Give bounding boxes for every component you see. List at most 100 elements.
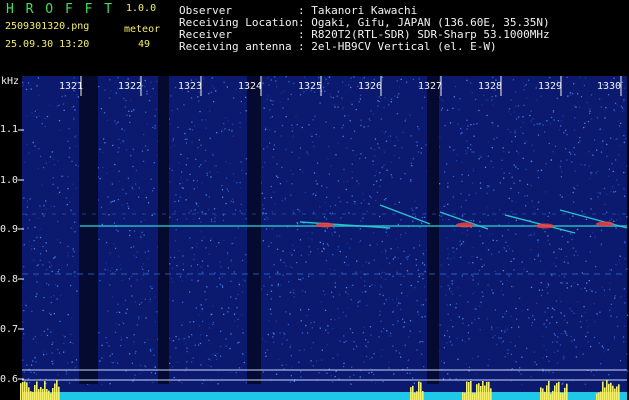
- noise-dot: [415, 264, 418, 266]
- noise-dot: [40, 334, 42, 336]
- noise-dot: [481, 266, 483, 268]
- noise-dot: [112, 144, 114, 147]
- noise-dot: [448, 336, 451, 338]
- noise-dot: [575, 346, 577, 348]
- noise-dot: [584, 126, 586, 128]
- noise-dot: [191, 334, 193, 336]
- noise-dot: [197, 264, 199, 266]
- noise-dot: [362, 217, 364, 219]
- noise-dot: [317, 372, 320, 374]
- noise-dot: [56, 285, 59, 287]
- noise-dot: [273, 191, 275, 193]
- noise-dot: [558, 275, 560, 277]
- noise-dot: [441, 107, 444, 109]
- noise-dot: [168, 362, 171, 365]
- noise-dot: [200, 304, 202, 306]
- noise-dot: [369, 326, 372, 328]
- noise-dot: [461, 232, 463, 235]
- noise-dot: [404, 344, 406, 346]
- noise-dot: [105, 337, 107, 339]
- noise-dot: [417, 313, 420, 315]
- level-spike: [46, 389, 48, 400]
- noise-dot: [111, 183, 113, 185]
- noise-dot: [361, 291, 363, 293]
- noise-dot: [345, 256, 347, 258]
- noise-dot: [54, 256, 56, 258]
- noise-dot: [176, 219, 178, 221]
- noise-dot: [440, 98, 443, 101]
- noise-dot: [492, 104, 494, 106]
- noise-dot: [425, 144, 427, 146]
- noise-dot: [48, 261, 51, 263]
- noise-dot: [528, 234, 530, 237]
- noise-dot: [298, 157, 300, 159]
- noise-dot: [558, 248, 560, 250]
- noise-dot: [287, 323, 290, 326]
- noise-dot: [470, 148, 472, 151]
- noise-dot: [26, 200, 28, 202]
- noise-dot: [42, 166, 45, 169]
- noise-dot: [147, 270, 150, 272]
- noise-dot: [371, 371, 373, 373]
- noise-dot: [622, 101, 624, 103]
- noise-dot: [49, 266, 51, 268]
- noise-dot: [621, 81, 624, 83]
- noise-dot: [215, 90, 217, 92]
- noise-dot: [121, 204, 123, 206]
- noise-dot: [314, 115, 316, 117]
- noise-dot: [589, 110, 591, 112]
- noise-dot: [335, 370, 337, 372]
- level-spike: [614, 388, 616, 400]
- noise-dot: [371, 356, 373, 359]
- noise-dot: [565, 332, 567, 334]
- noise-dot: [240, 203, 242, 205]
- noise-dot: [267, 308, 269, 310]
- noise-dot: [339, 217, 342, 220]
- noise-dot: [356, 260, 358, 262]
- gap-band: [427, 76, 439, 384]
- noise-dot: [58, 104, 60, 106]
- noise-dot: [215, 214, 217, 217]
- noise-dot: [440, 215, 442, 217]
- noise-dot: [311, 327, 313, 329]
- noise-dot: [360, 220, 362, 222]
- noise-dot: [375, 180, 378, 182]
- noise-dot: [477, 355, 479, 358]
- noise-dot: [561, 235, 563, 238]
- noise-dot: [74, 366, 76, 369]
- noise-dot: [226, 86, 228, 88]
- noise-dot: [511, 285, 513, 288]
- noise-dot: [424, 270, 426, 273]
- noise-dot: [504, 312, 506, 315]
- noise-dot: [577, 283, 579, 286]
- noise-dot: [308, 246, 310, 248]
- noise-dot: [274, 76, 276, 78]
- noise-dot: [529, 257, 531, 260]
- noise-dot: [38, 115, 41, 117]
- noise-dot: [140, 236, 142, 238]
- noise-dot: [399, 275, 402, 277]
- noise-dot: [216, 171, 219, 174]
- noise-dot: [169, 181, 171, 183]
- noise-dot: [398, 93, 400, 95]
- noise-dot: [372, 113, 374, 115]
- noise-dot: [226, 252, 229, 254]
- noise-dot: [306, 231, 308, 233]
- noise-dot: [574, 170, 576, 172]
- noise-dot: [36, 281, 38, 283]
- noise-dot: [194, 209, 196, 211]
- noise-dot: [177, 361, 179, 363]
- noise-dot: [142, 271, 145, 273]
- noise-dot: [319, 206, 321, 208]
- noise-dot: [149, 349, 151, 351]
- noise-dot: [562, 355, 564, 357]
- noise-dot: [383, 106, 385, 109]
- noise-dot: [306, 151, 308, 153]
- noise-dot: [99, 148, 101, 150]
- noise-dot: [318, 135, 321, 137]
- noise-dot: [215, 165, 217, 167]
- noise-dot: [479, 329, 481, 331]
- noise-dot: [290, 194, 292, 196]
- noise-dot: [325, 121, 327, 123]
- noise-dot: [521, 261, 523, 263]
